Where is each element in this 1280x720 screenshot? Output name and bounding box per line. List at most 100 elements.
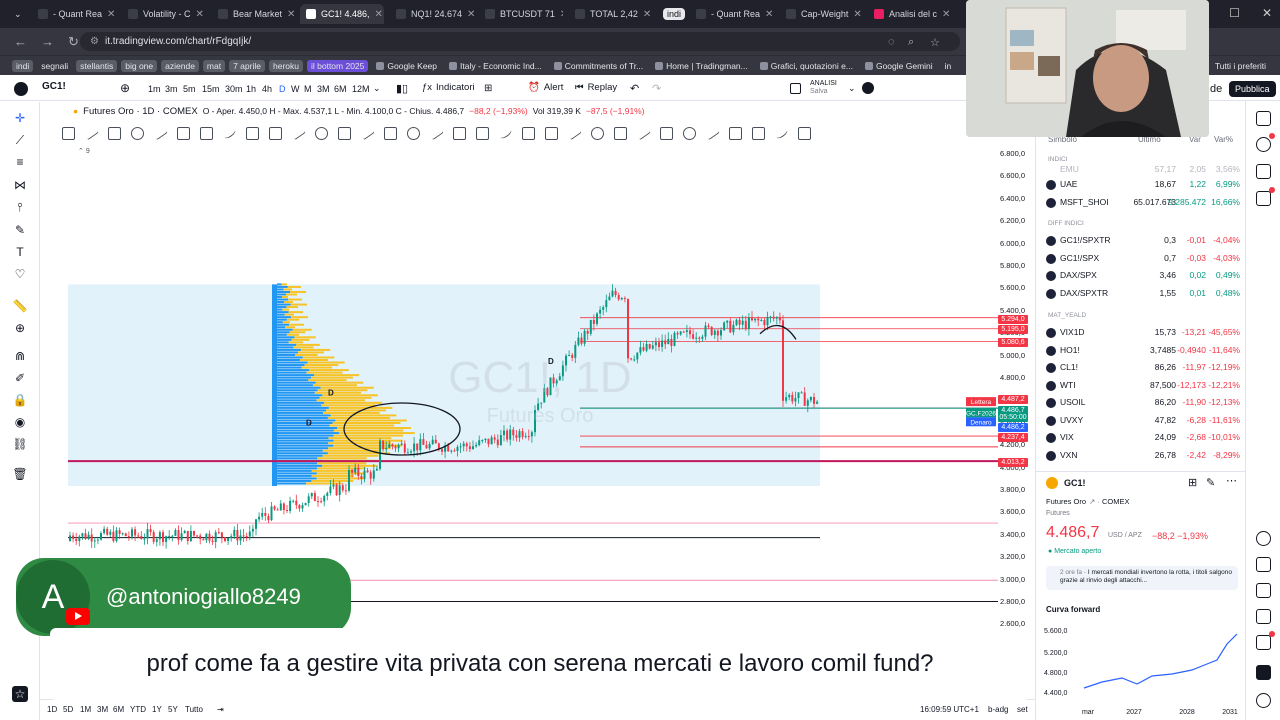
pencil-lock-icon[interactable]: ✐ — [12, 370, 28, 386]
grid-icon[interactable]: ⊞ — [1188, 476, 1197, 489]
eye-icon[interactable]: ◉ — [12, 414, 28, 430]
adjustment-toggle[interactable]: b-adg — [988, 705, 1008, 714]
watchlist-icon[interactable] — [1256, 111, 1271, 126]
quick-search-icon[interactable] — [862, 82, 874, 94]
watchlist-row[interactable]: VIX 24,09 -2,68 -10,01% — [1036, 429, 1246, 446]
pattern-icon[interactable]: ⋈ — [12, 177, 28, 193]
bookmark[interactable]: heroku — [268, 59, 303, 72]
fib-retracement-icon[interactable] — [108, 126, 121, 140]
browser-tab[interactable]: Analisi del c ✕ — [868, 4, 952, 24]
watchlist-row[interactable]: UVXY 47,82 -6,28 -11,61% — [1036, 412, 1246, 429]
close-icon[interactable]: ✕ — [765, 9, 773, 20]
section-header[interactable]: MAT_YEALD — [1048, 312, 1086, 319]
range-icon[interactable] — [591, 126, 604, 140]
bookmark[interactable]: Home | Tradingman... — [651, 60, 752, 72]
bookmark[interactable]: mat — [202, 59, 226, 72]
parallel-channel-icon[interactable] — [614, 126, 627, 140]
polyline-icon[interactable] — [522, 126, 535, 140]
forward-curve-chart[interactable]: 5.600,0 5.200,0 4.800,0 4.400,0 mar 2027 2028 2… — [1042, 622, 1242, 717]
close-icon[interactable]: ✕ — [196, 9, 204, 20]
watchlist-row[interactable]: GC1!/SPX 0,7 -0,03 -4,03% — [1036, 250, 1246, 267]
news-item[interactable]: 2 ore fa · I mercati mondiali invertono … — [1046, 566, 1238, 590]
timeframe-12m[interactable]: 12M — [352, 84, 370, 94]
ray-icon[interactable] — [453, 126, 466, 140]
pen-icon[interactable] — [567, 126, 582, 140]
browser-tab-active[interactable]: GC1! 4.486, ✕ — [300, 4, 384, 24]
legend-symbol-name[interactable]: Futures Oro · 1D · COMEX — [83, 106, 198, 117]
watchlist-row[interactable]: MSFT_SHOI 65.017.673 9.285.472 16,66% — [1036, 194, 1246, 211]
gann-icon[interactable] — [269, 126, 282, 140]
forecast-icon[interactable]: ⫯ — [12, 199, 28, 215]
play-icon[interactable] — [774, 126, 789, 140]
close-icon[interactable]: ✕ — [643, 9, 651, 20]
vertical-line-icon[interactable] — [498, 126, 513, 140]
back-icon[interactable]: ← — [14, 34, 27, 49]
apps-icon[interactable] — [1256, 665, 1271, 680]
close-icon[interactable]: ✕ — [287, 9, 295, 20]
chevron-down-icon[interactable]: ⌄ — [848, 83, 856, 94]
close-icon[interactable]: ✕ — [107, 9, 115, 20]
more-icon[interactable]: ⋯ — [1226, 474, 1237, 487]
alerts-icon[interactable] — [1256, 133, 1275, 152]
bookmark[interactable]: Google Gemini — [861, 60, 937, 72]
browser-tab[interactable]: Bear Market ✕ — [212, 4, 296, 24]
range-ytd[interactable]: YTD — [130, 705, 146, 714]
timeframe-3m-long[interactable]: 3M — [317, 84, 330, 94]
trendline-icon[interactable]: ⟋ — [12, 132, 28, 148]
range-6m[interactable]: 6M — [113, 705, 124, 714]
timeframe-15m[interactable]: 15m — [202, 84, 220, 94]
timeframe-d[interactable]: D — [279, 84, 286, 94]
pattern-icon[interactable] — [222, 126, 237, 140]
external-link-icon[interactable]: ↗ · — [1089, 497, 1100, 506]
bookmark[interactable]: Commitments of Tr... — [550, 60, 647, 72]
bookmark[interactable]: segnali — [37, 60, 72, 72]
alert-button[interactable]: ⏰ Alert — [528, 82, 563, 93]
tab-list-button[interactable]: ⌄ — [8, 4, 20, 24]
timeframe-w[interactable]: W — [291, 84, 300, 94]
long-position-icon[interactable] — [729, 126, 742, 140]
forward-icon[interactable]: → — [41, 34, 54, 49]
chat-icon[interactable] — [1256, 187, 1275, 206]
settings-toggle[interactable]: set — [1017, 705, 1028, 714]
watchlist-row[interactable]: DAX/SPX 3,46 0,02 0,49% — [1036, 267, 1246, 284]
calendar-icon[interactable] — [1256, 583, 1271, 598]
reload-icon[interactable]: ↻ — [68, 34, 79, 50]
close-icon[interactable]: ✕ — [942, 9, 950, 20]
watchlist-row[interactable]: GC1!/SPXTR 0,3 -0,01 -4,04% — [1036, 232, 1246, 249]
watchlist-row[interactable]: VIX1D 15,73 -13,21 -45,65% — [1036, 324, 1246, 341]
zoom-in-icon[interactable]: ⊕ — [12, 320, 28, 336]
zoom-icon[interactable]: ⌕ — [908, 36, 914, 49]
date-range-icon[interactable]: ⇥ — [217, 705, 224, 714]
user-avatar[interactable] — [14, 82, 28, 96]
ruler-icon[interactable]: 📏 — [12, 298, 28, 314]
projection-icon[interactable] — [545, 126, 558, 140]
range-1y[interactable]: 1Y — [152, 705, 162, 714]
save-button-partial[interactable]: de — [1210, 83, 1222, 95]
watchlist-row[interactable]: DAX/SPXTR 1,55 0,01 0,48% — [1036, 285, 1246, 302]
close-icon[interactable]: ✕ — [853, 9, 861, 20]
browser-tab[interactable]: NQ1! 24.674 ✕ — [390, 4, 474, 24]
timeframe-1m[interactable]: 1m — [148, 84, 161, 94]
timeframe-3m[interactable]: 3m — [165, 84, 178, 94]
clock-timezone[interactable]: 16:09:59 UTC+1 — [920, 705, 979, 714]
crosshair-icon[interactable]: ✛ — [12, 110, 28, 126]
add-symbol-icon[interactable]: ⊕ — [120, 81, 130, 95]
text-tool-icon[interactable] — [177, 126, 190, 140]
trendline-icon[interactable] — [84, 126, 99, 140]
eye-off-icon[interactable]: ◌ — [888, 36, 895, 48]
range-3m[interactable]: 3M — [97, 705, 108, 714]
spiral-icon[interactable] — [384, 126, 397, 140]
watchlist-row[interactable]: HO1! 3,7485 -0,4940 -11,64% — [1036, 342, 1246, 359]
all-bookmarks[interactable]: Tutti i preferiti — [1211, 60, 1270, 72]
edit-icon[interactable]: ✎ — [1206, 476, 1215, 489]
wave-icon[interactable] — [200, 126, 213, 140]
detail-symbol[interactable]: GC1! — [1064, 478, 1086, 488]
timeframe-1h[interactable]: 1h — [246, 84, 256, 94]
timeframe-5m[interactable]: 5m — [183, 84, 196, 94]
lock-icon[interactable]: 🔒 — [12, 392, 28, 408]
price-axis[interactable]: 6.800,0 6.600,0 6.400,0 6.200,0 6.000,0 5.800… — [998, 142, 1034, 697]
watchlist-row[interactable]: CL1! 86,26 -11,97 -12,19% — [1036, 359, 1246, 376]
range-1d[interactable]: 1D — [47, 705, 57, 714]
publish-button[interactable]: Pubblica — [1229, 81, 1276, 97]
help-icon[interactable] — [1256, 693, 1271, 708]
